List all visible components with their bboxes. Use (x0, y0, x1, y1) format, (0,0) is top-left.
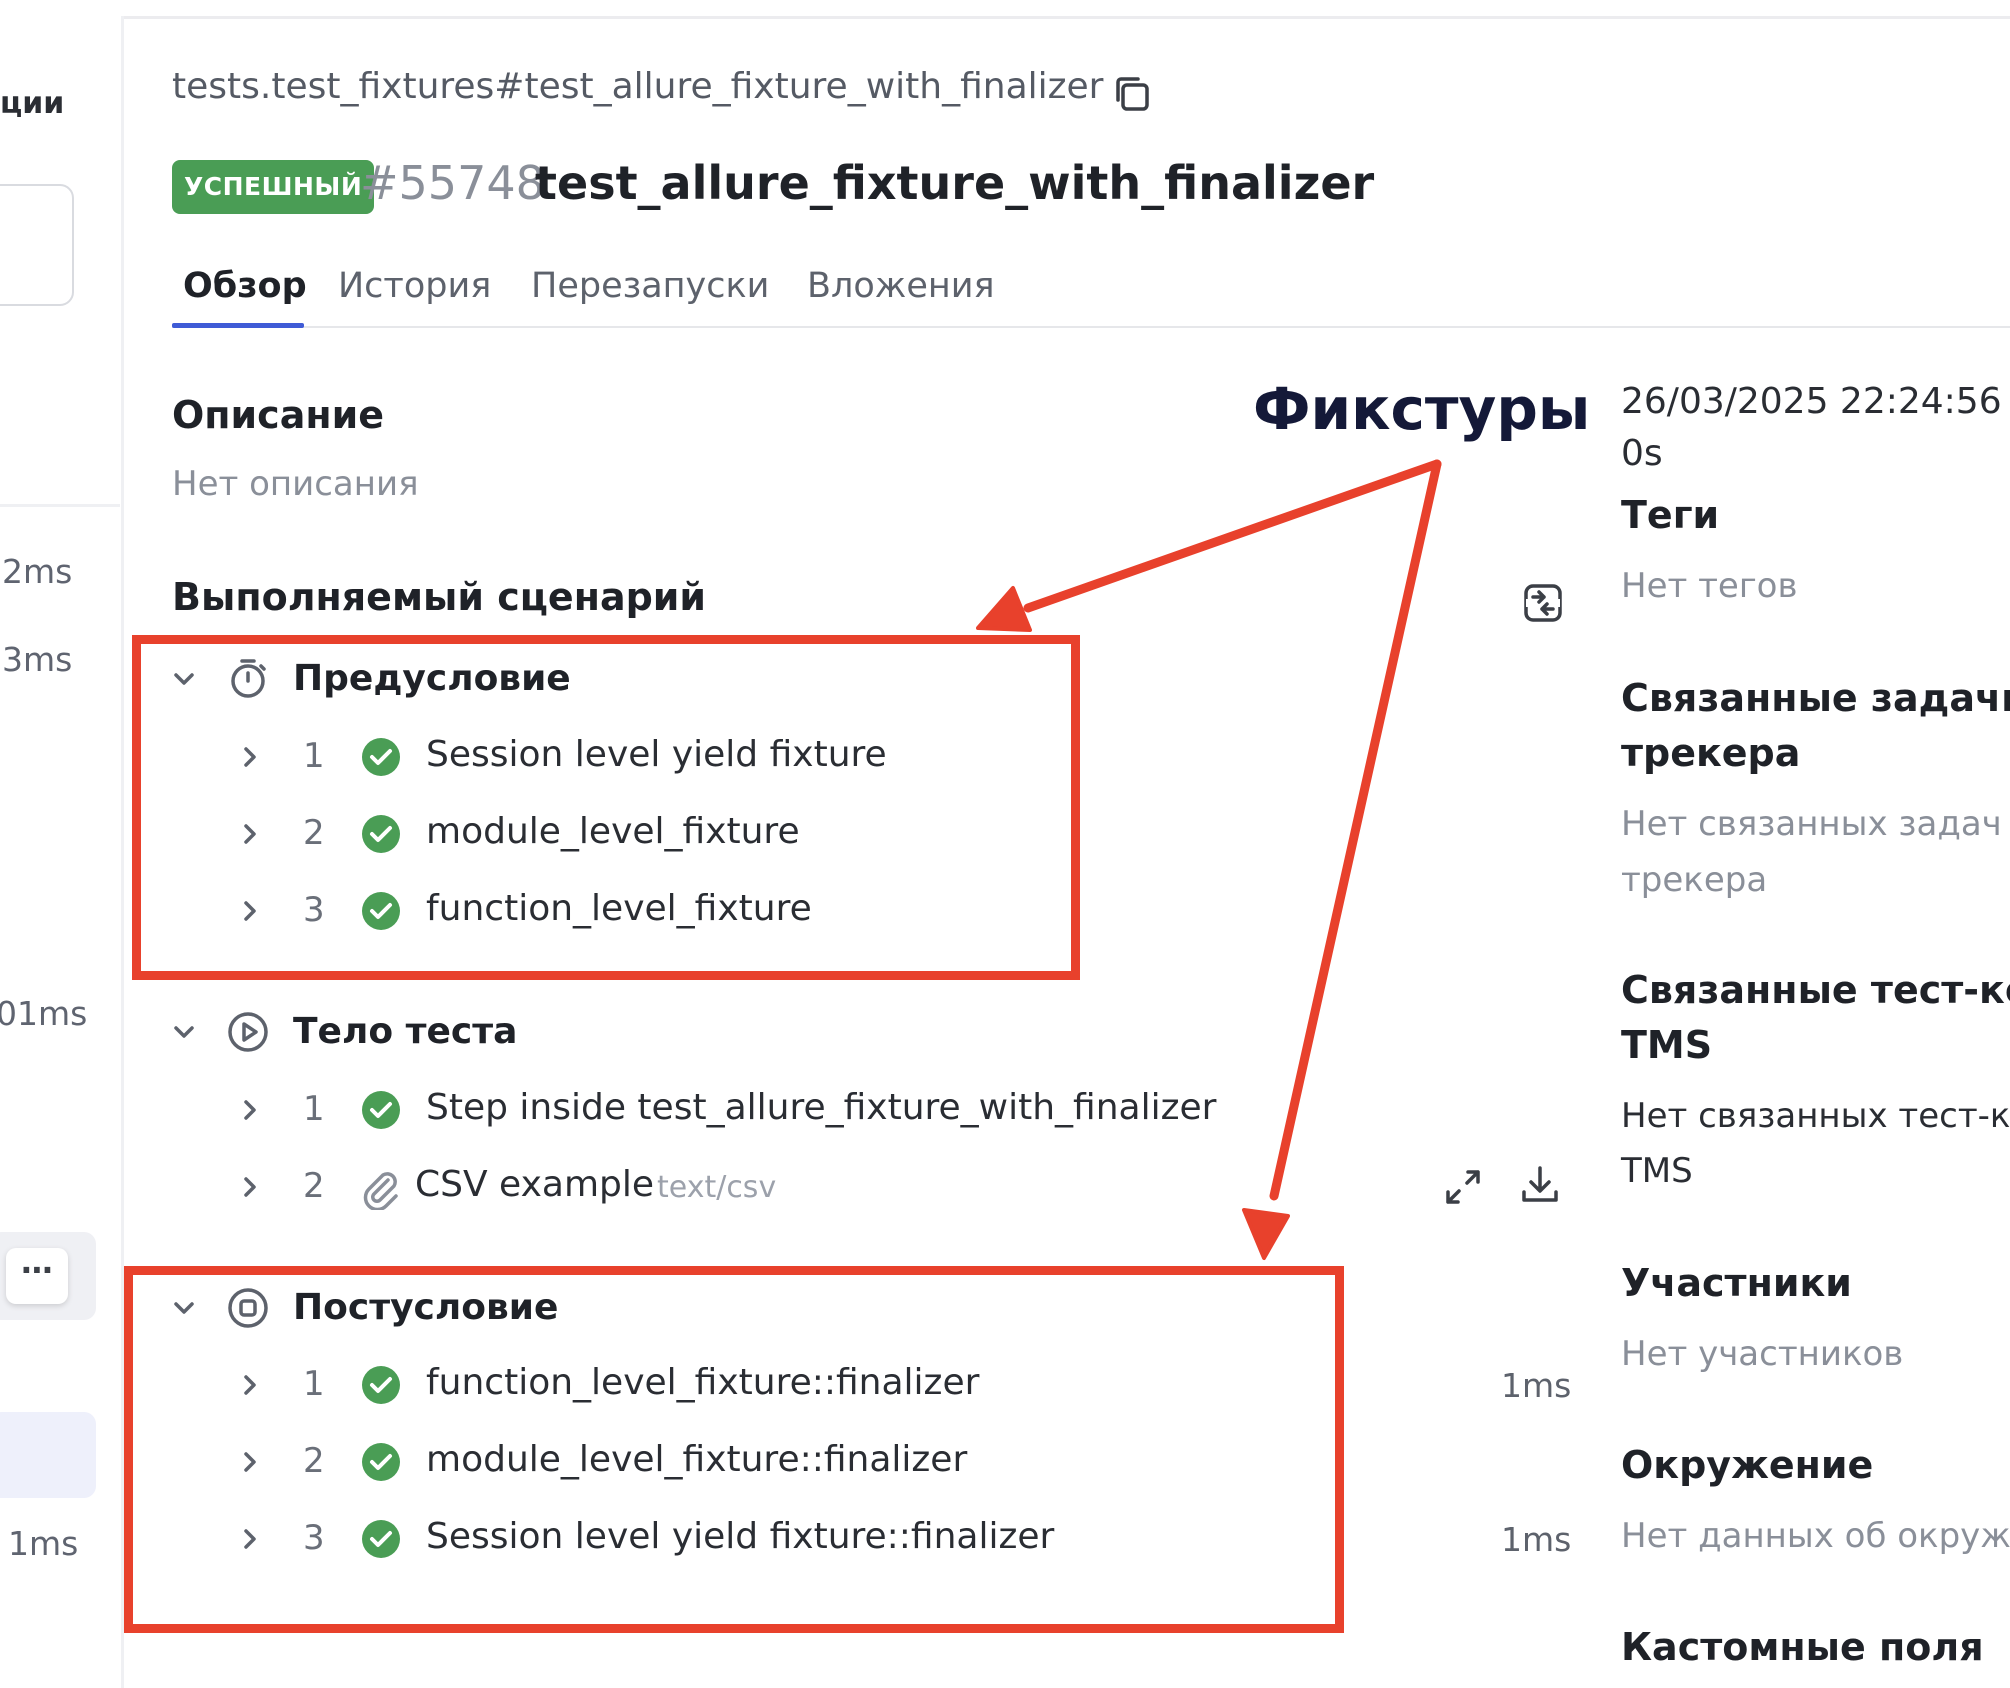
left-panel-divider (0, 504, 120, 507)
issues-text: Нет связанных задач (1621, 804, 2002, 844)
status-badge: УСПЕШНЫЙ (172, 160, 375, 214)
attachment-type: text/csv (657, 1170, 777, 1205)
top-border (0, 16, 2010, 19)
left-panel-selected-item[interactable] (0, 1412, 96, 1498)
left-panel-input[interactable] (0, 184, 74, 306)
members-title: Участники (1621, 1261, 1852, 1305)
check-circle-icon (362, 1091, 400, 1129)
play-icon (228, 1012, 268, 1052)
tabs-divider (172, 326, 2010, 328)
step-number: 1 (303, 1089, 325, 1129)
left-duration: 01ms (0, 994, 88, 1033)
tms-text-cont: TMS (1621, 1151, 1693, 1191)
paperclip-icon (363, 1172, 398, 1210)
step-duration: 1ms (1501, 1520, 1572, 1559)
tags-title: Теги (1621, 493, 1720, 537)
annotation-label: Фикстуры (1253, 375, 1591, 443)
attachment-label[interactable]: CSV example (415, 1164, 654, 1205)
members-text: Нет участников (1621, 1334, 1904, 1374)
issues-title-cont: трекера (1621, 731, 1801, 775)
chevron-right-icon[interactable] (236, 1173, 264, 1201)
chevron-right-icon[interactable] (236, 1096, 264, 1124)
tab-attachments[interactable]: Вложения (807, 266, 995, 306)
step-number: 2 (303, 1166, 325, 1206)
group-title-test-body[interactable]: Тело теста (293, 1011, 517, 1052)
tab-overview[interactable]: Обзор (183, 266, 307, 306)
scenario-title: Выполняемый сценарий (172, 575, 707, 619)
annotation-box-precondition (132, 635, 1080, 980)
tms-title: Связанные тест-ке (1621, 968, 2010, 1012)
environment-title: Окружение (1621, 1443, 1874, 1487)
expand-collapse-all-icon[interactable] (1520, 580, 1566, 626)
run-datetime: 26/03/2025 22:24:56 (1621, 381, 2002, 422)
download-icon[interactable] (1517, 1162, 1563, 1208)
left-duration: 3ms (2, 640, 73, 679)
issues-title: Связанные задачи (1621, 676, 2010, 720)
active-tab-indicator (172, 323, 304, 328)
description-text: Нет описания (172, 464, 419, 504)
left-duration: 1ms (8, 1524, 79, 1563)
run-duration: 0s (1621, 433, 1663, 474)
tab-history[interactable]: История (338, 266, 491, 306)
more-options-button[interactable]: ⋯ (6, 1248, 68, 1304)
test-id: #55748 (360, 156, 545, 210)
chevron-down-icon[interactable] (170, 1018, 198, 1046)
page-title: test_allure_fixture_with_finalizer (535, 156, 1375, 210)
left-duration: 2ms (2, 552, 73, 591)
description-title: Описание (172, 393, 385, 437)
tms-title-cont: TMS (1621, 1023, 1713, 1067)
annotation-box-postcondition (124, 1266, 1344, 1633)
custom-fields-title: Кастомные поля (1621, 1625, 1984, 1669)
tags-text: Нет тегов (1621, 566, 1798, 606)
copy-icon[interactable] (1110, 72, 1154, 116)
step-label[interactable]: Step inside test_allure_fixture_with_fin… (426, 1087, 1216, 1128)
expand-icon[interactable] (1440, 1164, 1486, 1210)
step-duration: 1ms (1501, 1366, 1572, 1405)
tms-text: Нет связанных тест-ке (1621, 1096, 2010, 1136)
environment-text: Нет данных об окруже (1621, 1516, 2010, 1556)
issues-text-cont: трекера (1621, 860, 1768, 900)
left-panel-title: ции (0, 86, 65, 121)
breadcrumb: tests.test_fixtures#test_allure_fixture_… (172, 66, 1104, 107)
tab-reruns[interactable]: Перезапуски (531, 266, 769, 306)
